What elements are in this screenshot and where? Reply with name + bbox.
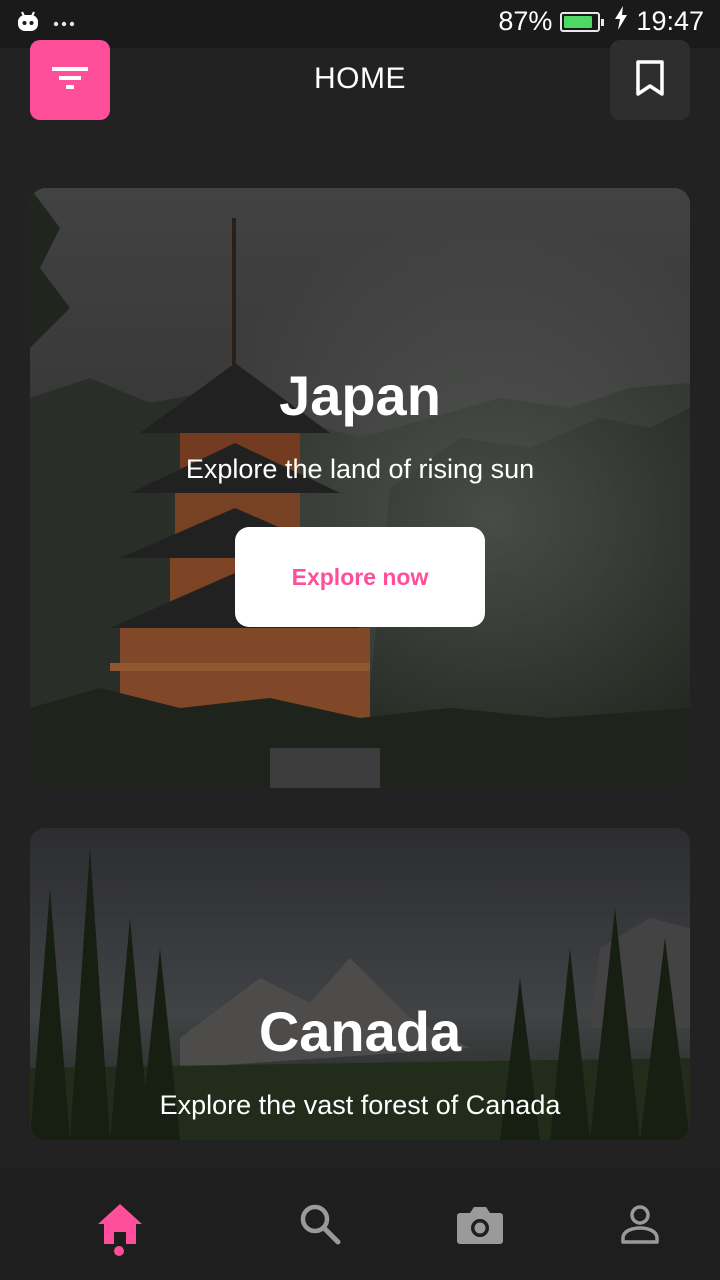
nav-profile[interactable] bbox=[610, 1196, 670, 1256]
status-time: 19:47 bbox=[636, 6, 704, 36]
android-icon bbox=[16, 10, 40, 37]
more-dots-icon bbox=[52, 15, 76, 33]
profile-icon bbox=[620, 1204, 660, 1249]
camera-icon bbox=[456, 1203, 504, 1250]
explore-now-button[interactable]: Explore now bbox=[235, 527, 485, 627]
search-icon bbox=[298, 1202, 342, 1251]
bottom-navigation bbox=[0, 1168, 720, 1280]
charging-icon bbox=[614, 6, 628, 37]
bookmark-icon bbox=[635, 59, 665, 101]
destination-card-canada[interactable]: Canada Explore the vast forest of Canada bbox=[30, 828, 690, 1140]
card-title: Canada bbox=[258, 1000, 462, 1063]
card-subtitle: Explore the vast forest of Canada bbox=[159, 1090, 561, 1120]
card-subtitle: Explore the land of rising sun bbox=[185, 454, 535, 484]
active-indicator-dot bbox=[114, 1246, 124, 1256]
app-bar: HOME bbox=[0, 40, 720, 120]
nav-search[interactable] bbox=[290, 1196, 350, 1256]
battery-percent: 87% bbox=[498, 6, 553, 36]
card-title: Japan bbox=[279, 364, 441, 427]
bookmark-button[interactable] bbox=[610, 40, 690, 120]
home-icon bbox=[96, 1202, 144, 1251]
battery-icon bbox=[560, 11, 605, 32]
destination-card-japan[interactable]: Japan Explore the land of rising sun Exp… bbox=[30, 188, 690, 788]
nav-camera[interactable] bbox=[450, 1196, 510, 1256]
